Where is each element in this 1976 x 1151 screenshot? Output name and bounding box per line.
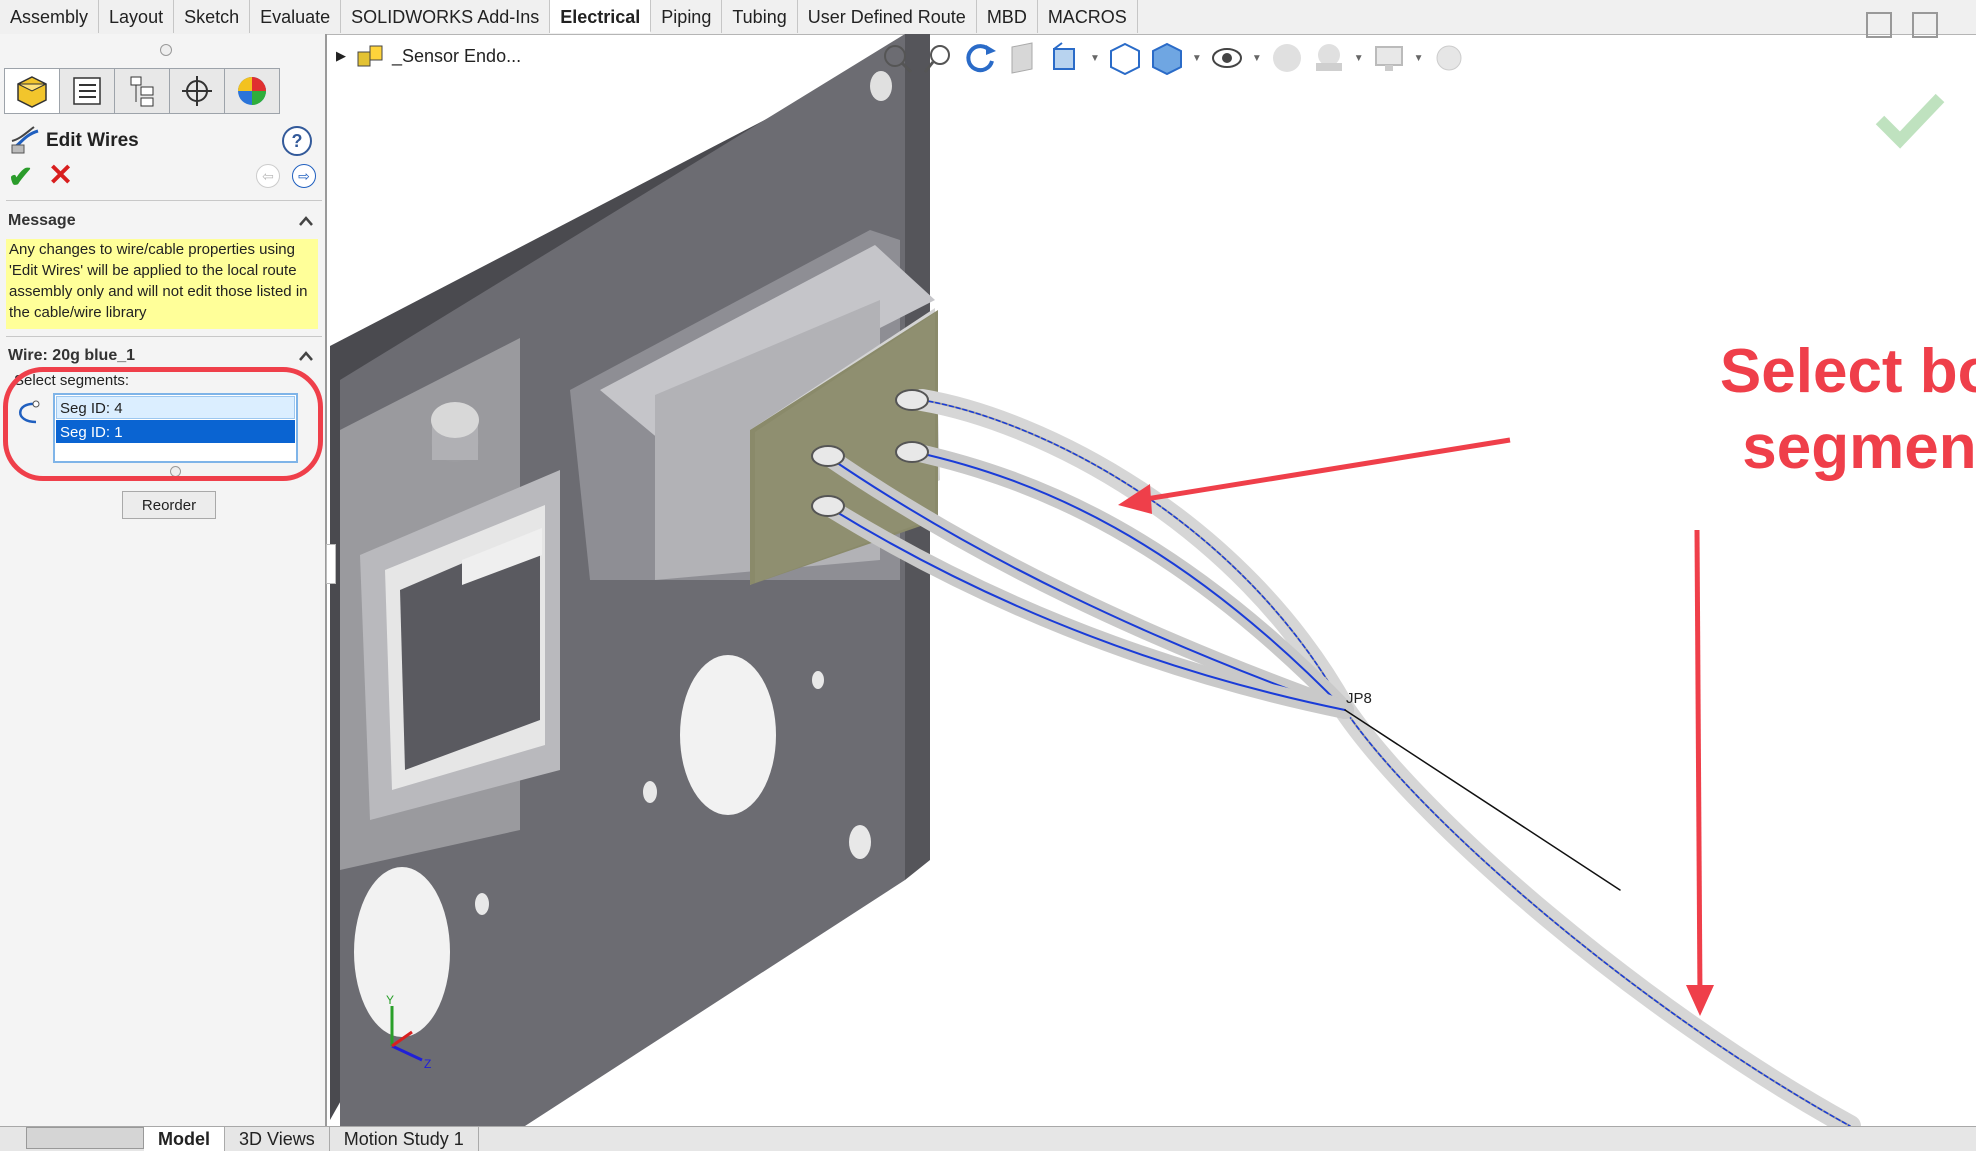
junction-label: JP8 [1346, 690, 1372, 707]
realview-icon[interactable] [1432, 41, 1466, 75]
panel-splitter-handle-icon[interactable] [160, 44, 172, 56]
cancel-button[interactable]: ✕ [48, 158, 73, 193]
tab-scroll-arrows[interactable] [26, 1127, 144, 1149]
tab-layout[interactable]: Layout [99, 0, 175, 33]
rotate-view-icon[interactable] [964, 41, 998, 75]
listbox-resize-handle-icon[interactable] [170, 466, 181, 477]
display-style-icon[interactable] [1108, 41, 1142, 75]
back-arrow-icon[interactable]: ⇦ [256, 164, 280, 188]
property-manager-title: Edit Wires [46, 130, 139, 151]
message-section-header[interactable]: Message [8, 212, 76, 230]
tab-assembly[interactable]: Assembly [0, 0, 100, 33]
annotation-callout: Select both segments [1507, 334, 1976, 486]
annotation-line-2: segments [1742, 413, 1976, 482]
divider [6, 336, 322, 337]
select-segments-label: Select segments: [14, 372, 130, 389]
appearance-icon[interactable] [1270, 41, 1304, 75]
list-item-segment-selected[interactable]: Seg ID: 1 [56, 420, 295, 443]
shaded-icon[interactable] [1150, 41, 1184, 75]
segment-selection-icon [19, 400, 40, 424]
view-settings-icon[interactable] [1372, 41, 1406, 75]
view-orientation-icon[interactable] [1048, 41, 1082, 75]
zoom-to-fit-icon[interactable] [880, 41, 914, 75]
large-hole-bottom [354, 867, 450, 1037]
reorder-button[interactable]: Reorder [122, 491, 216, 519]
heads-up-toolbar: ▼ ▼ ▼ ▼ ▼ [880, 38, 1466, 78]
wire-section-header[interactable]: Wire: 20g blue_1 [8, 347, 135, 365]
display-manager-icon [238, 77, 266, 105]
property-manager-icon [73, 77, 101, 105]
chevron-down-icon[interactable]: ▼ [1414, 53, 1424, 64]
help-button[interactable]: ? [282, 126, 312, 156]
action-row: ✔ ✕ ⇦ ⇨ [8, 158, 320, 195]
tab-tubing[interactable]: Tubing [722, 0, 798, 33]
message-text: Any changes to wire/cable properties usi… [6, 239, 318, 329]
edit-wires-icon [11, 126, 39, 154]
tab-evaluate[interactable]: Evaluate [250, 0, 342, 33]
tab-user-defined-route[interactable]: User Defined Route [798, 0, 977, 33]
large-hole-top [680, 655, 776, 815]
graphics-area[interactable]: Y Z JP8 Select both segments [327, 34, 1976, 1126]
tab-dimxpert-manager[interactable] [169, 68, 225, 114]
collapse-chevron-icon[interactable] [299, 349, 313, 363]
chevron-down-icon[interactable]: ▼ [1090, 53, 1100, 64]
tab-sketch[interactable]: Sketch [174, 0, 251, 33]
divider [6, 200, 322, 201]
annotation-line-1: Select both [1719, 337, 1976, 406]
tab-motion-study[interactable]: Motion Study 1 [330, 1127, 479, 1151]
crosshair-icon [182, 76, 212, 106]
restore-window-icon[interactable] [1866, 12, 1892, 38]
tab-configuration-manager[interactable] [114, 68, 170, 114]
maximize-window-icon[interactable] [1912, 12, 1938, 38]
configuration-manager-icon [130, 76, 154, 107]
assembly-icon [357, 45, 383, 67]
tab-piping[interactable]: Piping [651, 0, 723, 33]
feature-manager-icon [17, 76, 47, 108]
section-view-icon[interactable] [1006, 41, 1040, 75]
tab-3d-views[interactable]: 3D Views [225, 1127, 330, 1151]
command-manager-tabs: Assembly Layout Sketch Evaluate SOLIDWOR… [0, 0, 1976, 35]
tab-mbd[interactable]: MBD [977, 0, 1038, 33]
tab-macros[interactable]: MACROS [1038, 0, 1138, 33]
property-manager-title-row: Edit Wires ? [8, 122, 320, 158]
bottom-tab-bar: Model 3D Views Motion Study 1 [0, 1126, 1976, 1151]
segments-listbox[interactable]: Seg ID: 4 Seg ID: 1 [53, 393, 298, 463]
forward-arrow-icon[interactable]: ⇨ [292, 164, 316, 188]
tab-display-manager[interactable] [224, 68, 280, 114]
tab-feature-manager[interactable] [4, 68, 60, 114]
chevron-down-icon[interactable]: ▼ [1192, 53, 1202, 64]
chevron-down-icon[interactable]: ▼ [1354, 53, 1364, 64]
scene-icon[interactable] [1312, 41, 1346, 75]
list-item-segment[interactable]: Seg ID: 4 [56, 396, 295, 419]
property-manager-panel: Edit Wires ? ✔ ✕ ⇦ ⇨ Message Any changes… [0, 34, 336, 1126]
tab-solidworks-addins[interactable]: SOLIDWORKS Add-Ins [341, 0, 551, 33]
model-graphics[interactable]: Y Z [327, 34, 1976, 1126]
ok-button[interactable]: ✔ [8, 160, 33, 195]
expand-arrow-icon[interactable]: ▶ [336, 48, 346, 64]
collapse-chevron-icon[interactable] [299, 214, 313, 228]
tab-model[interactable]: Model [144, 1127, 225, 1151]
tab-electrical[interactable]: Electrical [550, 0, 652, 33]
feature-tree-breadcrumb[interactable]: ▶ _Sensor Endo... [336, 42, 521, 70]
chevron-down-icon[interactable]: ▼ [1252, 53, 1262, 64]
tree-item-label[interactable]: _Sensor Endo... [392, 46, 521, 67]
svg-text:Y: Y [386, 993, 394, 1007]
svg-text:Z: Z [424, 1057, 431, 1071]
zoom-area-icon[interactable] [922, 41, 956, 75]
panel-collapse-handle[interactable] [326, 544, 336, 584]
manager-tabs [4, 68, 280, 114]
tab-property-manager[interactable] [59, 68, 115, 114]
hide-show-items-icon[interactable] [1210, 41, 1244, 75]
